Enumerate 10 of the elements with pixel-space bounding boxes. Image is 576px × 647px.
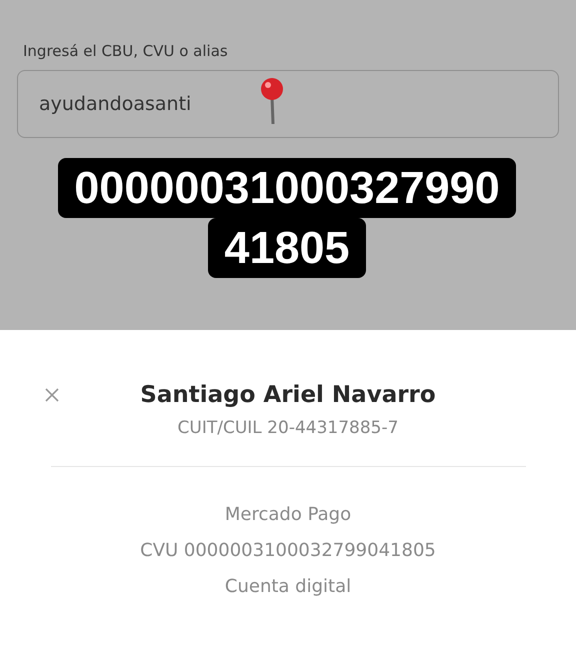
alias-field[interactable]: ayudandoasanti	[17, 70, 559, 138]
account-type: Cuenta digital	[224, 575, 352, 599]
close-icon[interactable]	[45, 388, 59, 402]
bank-name: Mercado Pago	[224, 503, 352, 527]
recipient-name: Santiago Ariel Navarro	[140, 382, 436, 408]
cvu-number: CVU 0000003100032799041805	[140, 539, 436, 563]
overlay-text: 00000031000327990	[58, 158, 516, 218]
field-label: Ingresá el CBU, CVU o alias	[23, 42, 229, 60]
tax-id: CUIT/CUIL 20-44317885-7	[178, 418, 398, 438]
overlay-text: 41805	[208, 218, 366, 278]
